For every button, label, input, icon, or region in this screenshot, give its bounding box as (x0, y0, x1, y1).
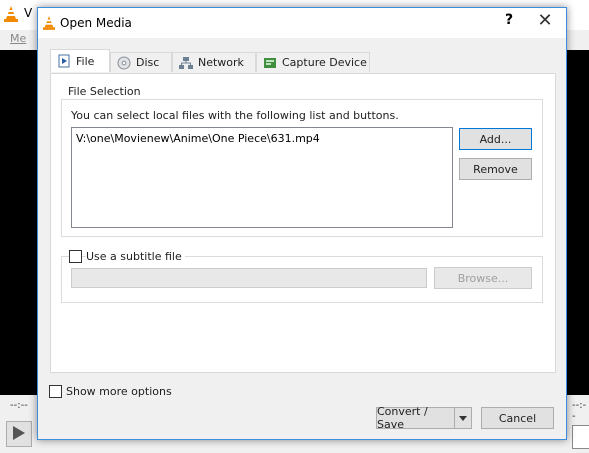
file-selection-label: File Selection (66, 85, 143, 98)
list-item[interactable]: V:\one\Movienew\Anime\One Piece\631.mp4 (76, 132, 320, 145)
tab-label: Capture Device (282, 56, 367, 69)
open-media-dialog: Open Media ? ✕ File Disc Network Capture… (37, 7, 567, 440)
dropdown-arrow-icon[interactable] (455, 408, 471, 428)
subtitle-checkbox-label[interactable]: Use a subtitle file (86, 250, 185, 263)
tab-disc[interactable]: Disc (110, 52, 172, 72)
vlc-logo-icon (43, 16, 55, 30)
convert-save-label[interactable]: Convert / Save (377, 405, 456, 431)
play-button[interactable] (6, 421, 32, 447)
close-button[interactable]: ✕ (535, 10, 555, 31)
file-play-icon (57, 54, 71, 68)
tab-label: Disc (136, 56, 160, 69)
file-selection-hint: You can select local files with the foll… (71, 109, 399, 122)
file-tab-panel: File Selection You can select local file… (50, 73, 556, 373)
dialog-titlebar[interactable]: Open Media ? ✕ (38, 8, 566, 38)
show-more-options-label[interactable]: Show more options (66, 385, 172, 398)
menu-media[interactable]: Me (10, 32, 26, 45)
tab-file[interactable]: File (50, 49, 110, 72)
browse-subtitle-button: Browse... (434, 267, 532, 289)
vlc-main-title: V (24, 6, 33, 20)
play-icon (13, 426, 25, 440)
vlc-logo-icon (4, 6, 18, 22)
tab-label: Network (198, 56, 244, 69)
elapsed-time: --:-- (10, 400, 28, 411)
fullscreen-button[interactable] (572, 425, 589, 449)
disc-icon (117, 56, 131, 70)
file-list[interactable]: V:\one\Movienew\Anime\One Piece\631.mp4 (71, 127, 453, 228)
network-icon (179, 56, 193, 70)
add-file-button[interactable]: Add... (459, 128, 532, 150)
subtitle-checkbox[interactable] (69, 250, 82, 263)
help-button[interactable]: ? (501, 12, 517, 28)
dialog-title: Open Media (60, 16, 132, 30)
tab-network[interactable]: Network (172, 52, 256, 72)
remove-file-button[interactable]: Remove (459, 158, 532, 180)
capture-device-icon (263, 56, 277, 70)
tab-capture-device[interactable]: Capture Device (256, 52, 370, 72)
show-more-options-checkbox[interactable] (49, 385, 62, 398)
cancel-button[interactable]: Cancel (481, 407, 554, 429)
tab-label: File (76, 54, 95, 68)
convert-save-button[interactable]: Convert / Save (376, 405, 472, 431)
subtitle-path-input (71, 268, 427, 288)
